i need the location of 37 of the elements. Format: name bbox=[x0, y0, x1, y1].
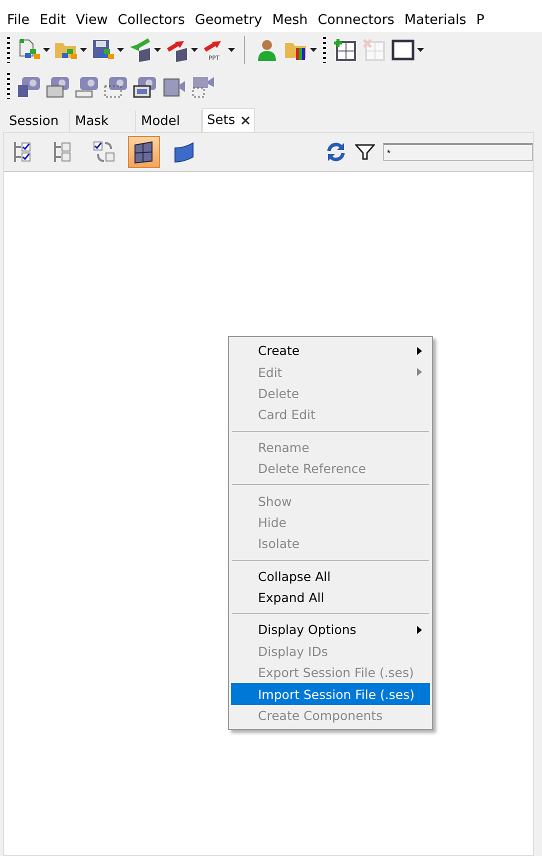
menu-item[interactable]: Display Options bbox=[231, 619, 430, 641]
menu-item[interactable]: P bbox=[471, 12, 490, 28]
caret-icon[interactable] bbox=[80, 48, 87, 52]
tab-label[interactable]: Sets bbox=[207, 113, 236, 128]
menu-item[interactable]: Collectors bbox=[112, 12, 190, 28]
toolbar-grip[interactable] bbox=[323, 37, 326, 63]
caret-icon[interactable] bbox=[310, 48, 317, 52]
caret-icon[interactable] bbox=[43, 48, 50, 52]
menu-item[interactable]: Edit bbox=[34, 12, 71, 28]
tab-label[interactable]: Mask bbox=[75, 114, 108, 129]
toolbar-grip[interactable] bbox=[7, 73, 10, 99]
menu-item[interactable]: Collapse All bbox=[231, 566, 430, 587]
caret-icon[interactable] bbox=[191, 48, 198, 52]
menu-item[interactable]: Materials bbox=[399, 12, 472, 28]
menu-item[interactable]: Mesh bbox=[267, 12, 313, 28]
menu-item[interactable]: Expand All bbox=[231, 586, 430, 608]
window-layout-icon[interactable] bbox=[390, 37, 416, 63]
grid-button[interactable] bbox=[128, 136, 160, 168]
refresh-icon[interactable] bbox=[325, 141, 347, 163]
toolbar-grip[interactable] bbox=[7, 37, 10, 63]
tab-label[interactable]: Session bbox=[9, 114, 59, 129]
menu-item[interactable]: File bbox=[2, 12, 35, 28]
menu-item[interactable]: View bbox=[70, 12, 113, 28]
caret-icon[interactable] bbox=[417, 48, 424, 52]
caret-icon[interactable] bbox=[117, 48, 124, 52]
menu-item[interactable]: Geometry bbox=[190, 12, 268, 28]
tab[interactable]: Sets bbox=[202, 108, 256, 132]
close-icon[interactable] bbox=[241, 116, 250, 125]
caret-icon[interactable] bbox=[228, 48, 235, 52]
caret-icon[interactable] bbox=[154, 48, 161, 52]
swap-checks-icon[interactable] bbox=[91, 139, 117, 165]
menu-item[interactable]: Connectors bbox=[312, 12, 400, 28]
menu-item[interactable]: Create bbox=[231, 340, 430, 362]
filter-field[interactable]: * bbox=[383, 143, 533, 161]
filter-icon[interactable] bbox=[355, 143, 375, 161]
tab-label[interactable]: Model bbox=[141, 114, 180, 129]
menu-item[interactable]: Import Session File (.ses) bbox=[231, 683, 430, 705]
